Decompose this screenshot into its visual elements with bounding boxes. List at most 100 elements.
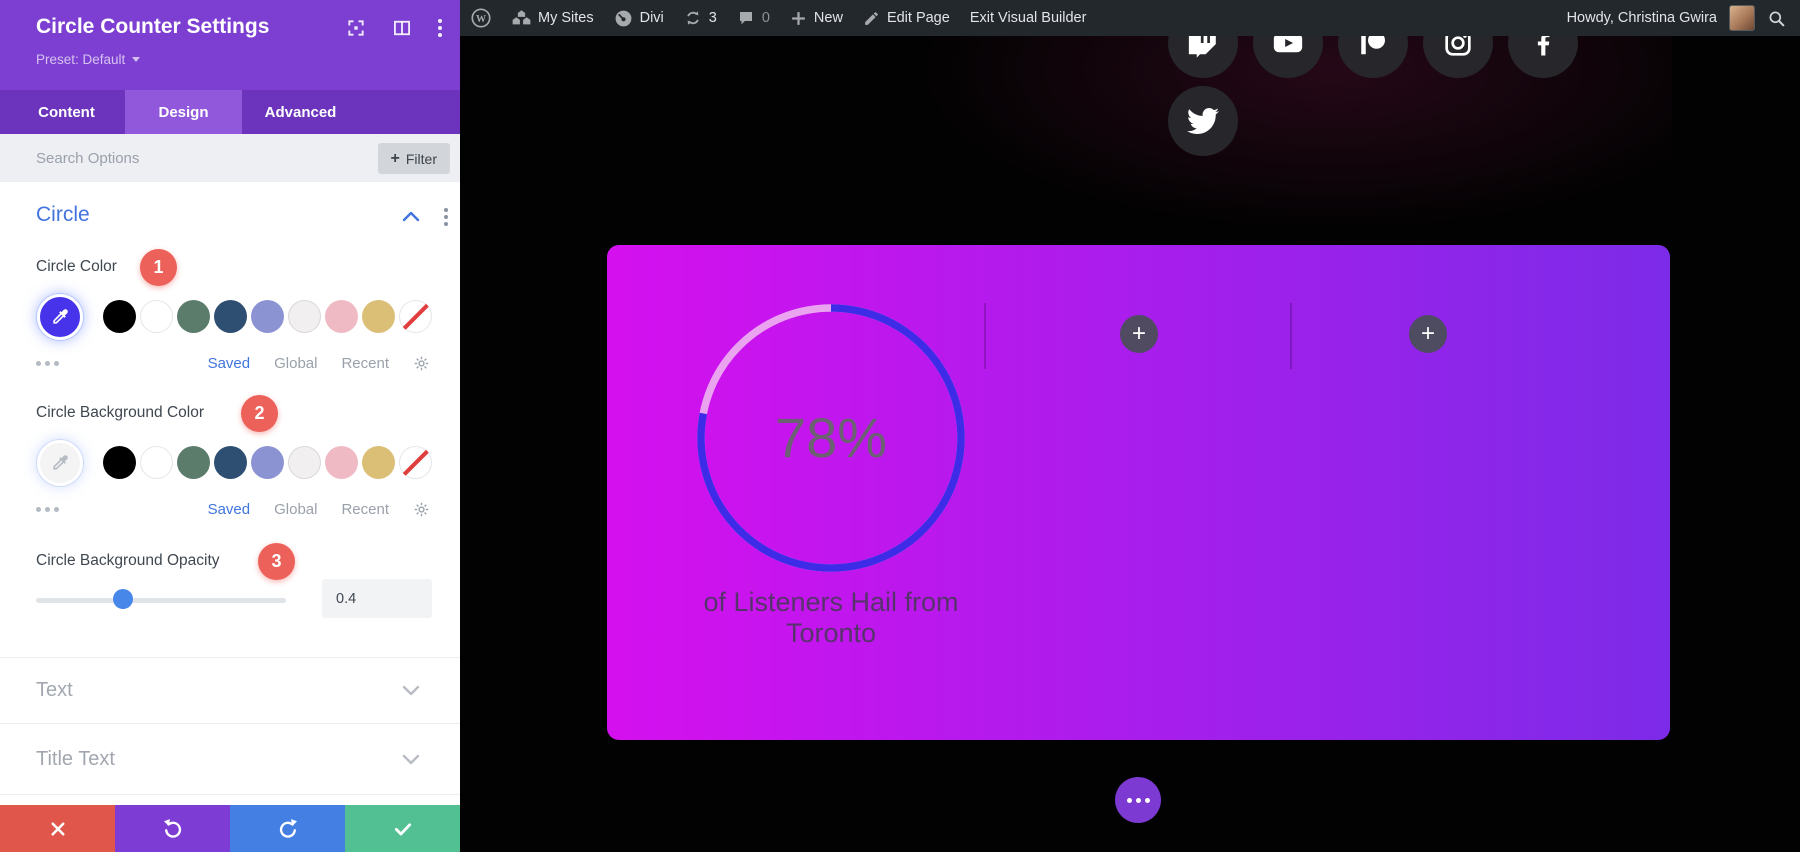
exit-visual-builder-label: Exit Visual Builder xyxy=(970,10,1087,26)
more-options-icon[interactable] xyxy=(36,507,59,512)
step-badge-2: 2 xyxy=(241,395,278,432)
comments-bubble-icon xyxy=(737,9,755,27)
section-title-text[interactable]: Title Text xyxy=(0,723,460,795)
wordpress-logo-icon[interactable]: W xyxy=(470,7,492,29)
opacity-slider-thumb[interactable] xyxy=(113,589,133,609)
expand-panel-icon[interactable] xyxy=(346,18,366,38)
swatch-white[interactable] xyxy=(140,446,173,479)
my-sites-menu[interactable]: My Sites xyxy=(512,9,594,28)
updates-count: 3 xyxy=(709,10,717,26)
preset-label: Preset: Default xyxy=(36,52,125,67)
opacity-value-input[interactable] xyxy=(322,579,432,618)
swatch-gold[interactable] xyxy=(362,300,395,333)
section-title-text-label: Title Text xyxy=(36,748,115,771)
my-sites-icon xyxy=(512,9,531,28)
add-module-button[interactable]: + xyxy=(1120,315,1158,353)
new-label: New xyxy=(814,10,843,26)
redo-button[interactable] xyxy=(230,805,345,852)
exit-visual-builder-button[interactable]: Exit Visual Builder xyxy=(970,10,1087,26)
redo-icon xyxy=(277,818,299,840)
swatch-navy[interactable] xyxy=(214,300,247,333)
circle-color-label: Circle Color xyxy=(36,258,117,276)
search-icon[interactable] xyxy=(1767,9,1786,28)
swatch-offwhite[interactable] xyxy=(288,300,321,333)
social-twitter-button[interactable] xyxy=(1168,86,1238,156)
swatch-no-color[interactable] xyxy=(399,446,432,479)
counter-caption: of Listeners Hail from Toronto xyxy=(661,587,1001,650)
section-text-label: Text xyxy=(36,679,73,702)
search-options-input[interactable] xyxy=(36,134,336,182)
twitter-icon xyxy=(1187,105,1219,137)
updates-menu[interactable]: 3 xyxy=(684,9,717,27)
circle-bg-color-current-swatch[interactable] xyxy=(37,440,83,486)
step-badge-1: 1 xyxy=(140,249,177,286)
circle-counter-module-card[interactable]: 78% of Listeners Hail from Toronto + + xyxy=(607,245,1670,740)
recent-palette-link[interactable]: Recent xyxy=(341,355,389,372)
edit-page-label: Edit Page xyxy=(887,10,950,26)
circle-color-current-swatch[interactable] xyxy=(37,294,83,340)
step-badge-3: 3 xyxy=(258,543,295,580)
page-settings-more-button[interactable] xyxy=(1115,777,1161,823)
global-palette-link[interactable]: Global xyxy=(274,501,317,518)
snap-panel-icon[interactable] xyxy=(392,18,412,38)
global-palette-link[interactable]: Global xyxy=(274,355,317,372)
column-divider xyxy=(1290,303,1292,369)
discard-button[interactable] xyxy=(0,805,115,852)
tab-advanced[interactable]: Advanced xyxy=(242,90,359,134)
caret-down-icon xyxy=(132,57,140,62)
pencil-icon xyxy=(863,10,880,27)
gear-icon[interactable] xyxy=(413,355,430,372)
new-content-menu[interactable]: New xyxy=(790,10,843,27)
panel-title: Circle Counter Settings xyxy=(36,15,269,39)
filter-plus-icon: + xyxy=(391,150,400,168)
saved-palette-link[interactable]: Saved xyxy=(208,355,251,372)
swatch-white[interactable] xyxy=(140,300,173,333)
panel-header: Circle Counter Settings Preset: Default xyxy=(0,0,460,90)
tab-content[interactable]: Content xyxy=(8,90,125,134)
add-module-button[interactable]: + xyxy=(1409,315,1447,353)
swatch-green[interactable] xyxy=(177,300,210,333)
swatch-no-color[interactable] xyxy=(399,300,432,333)
howdy-account-menu[interactable]: Howdy, Christina Gwira xyxy=(1567,10,1717,26)
filter-button[interactable]: + Filter xyxy=(378,143,450,174)
plus-icon xyxy=(790,10,807,27)
recent-palette-link[interactable]: Recent xyxy=(341,501,389,518)
swatch-pink[interactable] xyxy=(325,300,358,333)
updates-refresh-icon xyxy=(684,9,702,27)
swatch-black[interactable] xyxy=(103,300,136,333)
swatch-green[interactable] xyxy=(177,446,210,479)
counter-percent-value: 78% xyxy=(721,405,941,470)
swatch-lavender[interactable] xyxy=(251,300,284,333)
section-text[interactable]: Text xyxy=(0,657,460,723)
circle-bg-opacity-label: Circle Background Opacity xyxy=(36,552,220,570)
saved-palette-link[interactable]: Saved xyxy=(208,501,251,518)
panel-menu-icon[interactable] xyxy=(438,19,442,37)
chevron-down-icon xyxy=(402,684,420,697)
swatch-offwhite[interactable] xyxy=(288,446,321,479)
filter-button-label: Filter xyxy=(406,151,437,167)
eyedropper-icon xyxy=(50,453,70,473)
settings-tabs: Content Design Advanced xyxy=(0,90,460,134)
gear-icon[interactable] xyxy=(413,501,430,518)
tab-design[interactable]: Design xyxy=(125,90,242,134)
opacity-slider-track[interactable] xyxy=(36,598,286,603)
comments-menu[interactable]: 0 xyxy=(737,9,770,27)
swatch-navy[interactable] xyxy=(214,446,247,479)
circle-section-menu-icon[interactable] xyxy=(444,208,448,226)
preset-dropdown[interactable]: Preset: Default xyxy=(36,52,140,67)
undo-button[interactable] xyxy=(115,805,230,852)
circle-section-title[interactable]: Circle xyxy=(36,203,90,227)
edit-page-menu[interactable]: Edit Page xyxy=(863,10,950,27)
checkmark-icon xyxy=(393,819,413,839)
save-button[interactable] xyxy=(345,805,460,852)
swatch-pink[interactable] xyxy=(325,446,358,479)
divi-menu[interactable]: Divi xyxy=(614,9,664,28)
more-options-icon[interactable] xyxy=(36,361,59,366)
search-options-row: + Filter xyxy=(0,134,460,182)
swatch-black[interactable] xyxy=(103,446,136,479)
palette-links-row: Saved Global Recent xyxy=(36,355,430,372)
user-avatar[interactable] xyxy=(1729,5,1755,31)
chevron-up-icon[interactable] xyxy=(402,210,420,223)
swatch-gold[interactable] xyxy=(362,446,395,479)
swatch-lavender[interactable] xyxy=(251,446,284,479)
